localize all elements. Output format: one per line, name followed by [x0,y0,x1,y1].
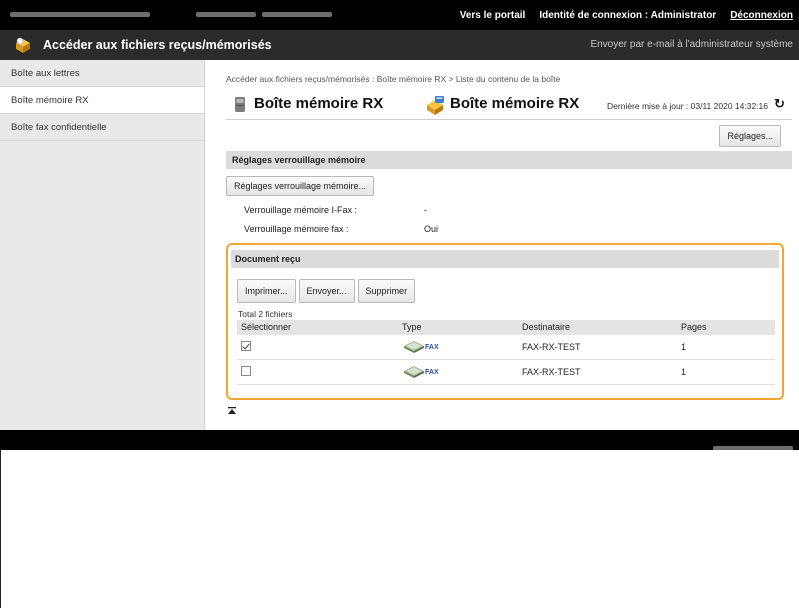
email-admin-link[interactable]: Envoyer par e-mail à l'administrateur sy… [590,39,793,50]
pages-cell: 1 [681,367,687,377]
destination-cell: FAX-RX-TEST [522,367,581,377]
fax-lock-row: Verrouillage mémoire fax : Oui [244,224,438,234]
column-header-pages: Pages [681,322,707,332]
page-header-title: Accéder aux fichiers reçus/mémorisés [43,38,272,52]
document-actions: Imprimer... Envoyer... Supprimer [237,279,416,303]
refresh-icon[interactable]: ↻ [774,97,788,111]
login-identity: Identité de connexion : Administrator [539,9,717,21]
sidebar-item-mailbox[interactable]: Boîte aux lettres [0,60,204,87]
row-checkbox[interactable] [241,366,251,379]
row-checkbox[interactable] [241,341,251,354]
ifax-lock-row: Verrouillage mémoire I-Fax : - [244,205,427,215]
settings-button[interactable]: Réglages... [719,125,781,147]
column-header-type: Type [402,322,422,332]
sidebar-item-memory-rx[interactable]: Boîte mémoire RX [0,87,204,114]
device-name [10,9,160,19]
breadcrumb: Accéder aux fichiers reçus/mémorisés : B… [226,74,561,84]
device-name-blurred [10,11,150,17]
page-title: Boîte mémoire RX [254,95,384,112]
sidebar: Boîte aux lettres Boîte mémoire RX Boîte… [0,60,205,430]
pages-cell: 1 [681,342,687,352]
column-header-destination: Destinataire [522,322,571,332]
sidebar-item-confidential-fax[interactable]: Boîte fax confidentielle [0,114,204,141]
memory-rx-icon [424,94,446,116]
total-files: Total 2 fichiers [238,309,293,319]
received-document-panel: Document reçu Imprimer... Envoyer... Sup… [226,243,784,400]
top-links: Vers le portail Identité de connexion : … [460,5,793,25]
ifax-lock-value: - [424,205,427,215]
top-bar: Vers le portail Identité de connexion : … [0,0,799,30]
svg-text:FAX: FAX [425,344,439,351]
table-row: FAX FAX-RX-TEST 1 [237,335,775,360]
memory-lock-section-heading: Réglages verrouillage mémoire [226,151,792,169]
page: Vers le portail Identité de connexion : … [0,0,799,608]
fax-lock-label: Verrouillage mémoire fax : [244,224,349,234]
table-row: FAX FAX-RX-TEST 1 [237,360,775,385]
fax-icon: FAX [404,366,439,378]
box-icon [234,96,246,113]
destination-cell: FAX-RX-TEST [522,342,581,352]
send-button[interactable]: Envoyer... [298,279,355,303]
mailbox-icon [13,35,33,55]
portal-link[interactable]: Vers le portail [460,10,526,21]
last-update: Dernière mise à jour : 03/11 2020 14:32:… [607,101,768,111]
column-header-select: Sélectionner [241,322,292,332]
delete-button[interactable]: Supprimer [357,279,416,303]
logout-link[interactable]: Déconnexion [730,10,793,21]
memory-lock-settings-button[interactable]: Réglages verrouillage mémoire... [226,176,375,196]
blank-area [0,450,799,608]
document-table: Sélectionner Type Destinataire Pages FAX [237,320,775,385]
device-address [196,9,332,19]
footer [0,430,799,451]
scroll-to-top-icon[interactable] [227,406,237,416]
main-content: Accéder aux fichiers reçus/mémorisés : B… [206,60,799,430]
svg-text:FAX: FAX [425,369,439,376]
fax-lock-value: Oui [424,224,439,234]
received-document-heading: Document reçu [231,250,779,268]
table-header: Sélectionner Type Destinataire Pages [237,320,775,335]
title-bar: Accéder aux fichiers reçus/mémorisés Env… [0,30,799,60]
fax-icon: FAX [404,341,439,353]
print-button[interactable]: Imprimer... [237,279,296,303]
page-heading: Boîte mémoire RX Boîte mémoire RX Derniè… [226,92,792,120]
page-title-secondary: Boîte mémoire RX [450,95,580,112]
ifax-lock-label: Verrouillage mémoire I-Fax : [244,205,358,215]
